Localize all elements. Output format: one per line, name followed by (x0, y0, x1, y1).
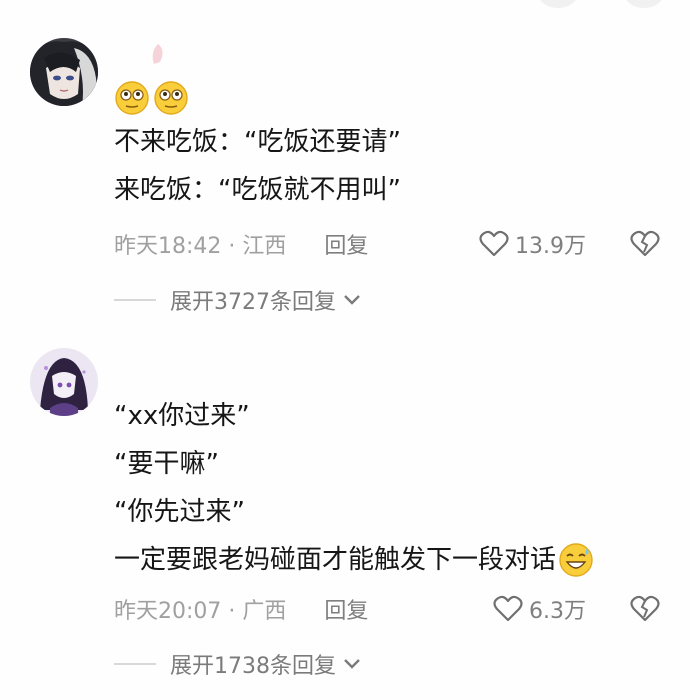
expand-replies-button[interactable]: 展开3727条回复 (114, 284, 362, 316)
comment-text-line: “xx你过来” (114, 401, 250, 431)
dislike-button[interactable] (630, 230, 660, 258)
dislike-button[interactable] (630, 595, 660, 623)
like-count: 6.3万 (529, 599, 586, 624)
comment-meta: 昨天18:42 · 江西 回复 13.9万 (114, 226, 660, 262)
anime-avatar-icon (30, 38, 98, 106)
like-button[interactable]: 13.9万 (479, 228, 586, 260)
emoji-row (114, 78, 670, 118)
top-round-button[interactable] (538, 0, 578, 8)
smirk-emoji-icon (154, 81, 188, 115)
comment-meta: 昨天20:07 · 广西 回复 6.3万 (114, 591, 660, 627)
like-button[interactable]: 6.3万 (493, 593, 586, 625)
reply-button[interactable]: 回复 (324, 593, 368, 625)
comment-text-line-with-emoji: 一定要跟老妈碰面才能触发下一段对话 (114, 536, 670, 584)
user-avatar[interactable] (30, 38, 98, 106)
comment-text-line: 不来吃饭：“吃饭还要请” (114, 127, 401, 157)
broken-heart-icon (630, 595, 660, 622)
like-count: 13.9万 (515, 234, 586, 259)
heart-icon (493, 595, 523, 622)
expand-replies-label: 展开3727条回复 (170, 290, 336, 315)
heart-icon (479, 230, 509, 257)
smirk-emoji-icon (115, 81, 149, 115)
anime-avatar-icon (30, 348, 98, 416)
chevron-down-icon (342, 657, 362, 671)
grin-sweat-emoji-icon (559, 543, 593, 577)
reply-button[interactable]: 回复 (324, 228, 368, 260)
comment-time: 昨天20:07 · 广西 (114, 599, 287, 624)
comment-text-line: 来吃饭：“吃饭就不用叫” (114, 175, 401, 205)
comment-text: 一定要跟老妈碰面才能触发下一段对话 (114, 545, 557, 575)
expand-replies-label: 展开1738条回复 (170, 654, 336, 679)
broken-heart-icon (630, 230, 660, 257)
divider-dash (114, 299, 156, 301)
petal-icon (152, 44, 163, 64)
comment-feed: 不来吃饭：“吃饭还要请” 来吃饭：“吃饭就不用叫” 昨天18:42 · 江西 回… (0, 0, 690, 700)
comment-text-line: “你先过来” (114, 497, 245, 527)
divider-dash (114, 663, 156, 665)
expand-replies-button[interactable]: 展开1738条回复 (114, 648, 362, 680)
user-avatar[interactable] (30, 348, 98, 416)
comment-text-line: “要干嘛” (114, 449, 219, 479)
comment-time: 昨天18:42 · 江西 (114, 234, 287, 259)
chevron-down-icon (342, 293, 362, 307)
top-round-button[interactable] (624, 0, 664, 8)
